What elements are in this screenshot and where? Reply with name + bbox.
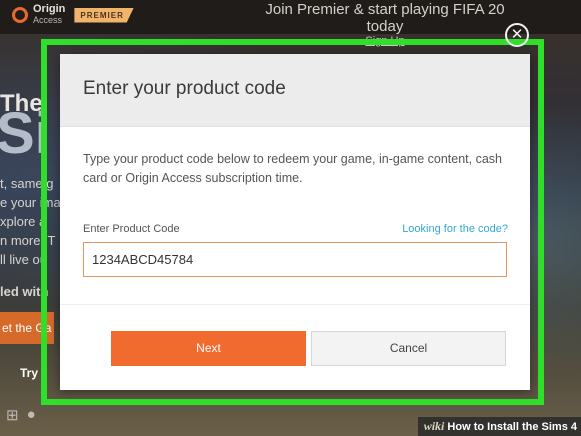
product-code-label: Enter Product Code <box>83 223 180 235</box>
wikihow-watermark: wiki How to Install the Sims 4 <box>417 417 581 436</box>
dialog-title: Enter your product code <box>83 78 286 99</box>
origin-logo-icon <box>12 7 28 23</box>
bg-text-line: xplore a <box>0 214 47 229</box>
origin-logo[interactable]: Origin Access PREMIER <box>12 4 134 26</box>
watermark-text: How to Install the Sims 4 <box>447 421 577 433</box>
cancel-button[interactable]: Cancel <box>311 331 506 366</box>
logo-name: Origin <box>33 3 66 15</box>
promo-title: Join Premier & start playing FIFA 20 tod… <box>265 1 505 35</box>
top-bar: Origin Access PREMIER Join Premier & sta… <box>0 0 581 47</box>
logo-sub: Access <box>33 15 63 25</box>
dialog-divider <box>60 304 530 305</box>
premier-badge: PREMIER <box>74 7 134 23</box>
windows-icon: ⊞ <box>6 407 19 424</box>
dialog-header: Enter your product code <box>60 54 530 127</box>
next-button[interactable]: Next <box>111 331 306 366</box>
apple-icon: ● <box>26 406 36 423</box>
product-code-input[interactable] <box>83 242 507 277</box>
watermark-wiki: wiki <box>423 419 445 433</box>
dialog-description: Type your product code below to redeem y… <box>83 152 502 185</box>
platform-icons: ⊞ ● <box>6 406 36 424</box>
bg-text-line: ll live ou <box>0 252 47 267</box>
product-code-dialog: Enter your product code Type your produc… <box>60 54 530 390</box>
looking-for-code-link[interactable]: Looking for the code? <box>402 223 508 235</box>
logo-text-block: Origin Access <box>33 4 65 26</box>
close-icon[interactable]: ✕ <box>505 23 529 47</box>
